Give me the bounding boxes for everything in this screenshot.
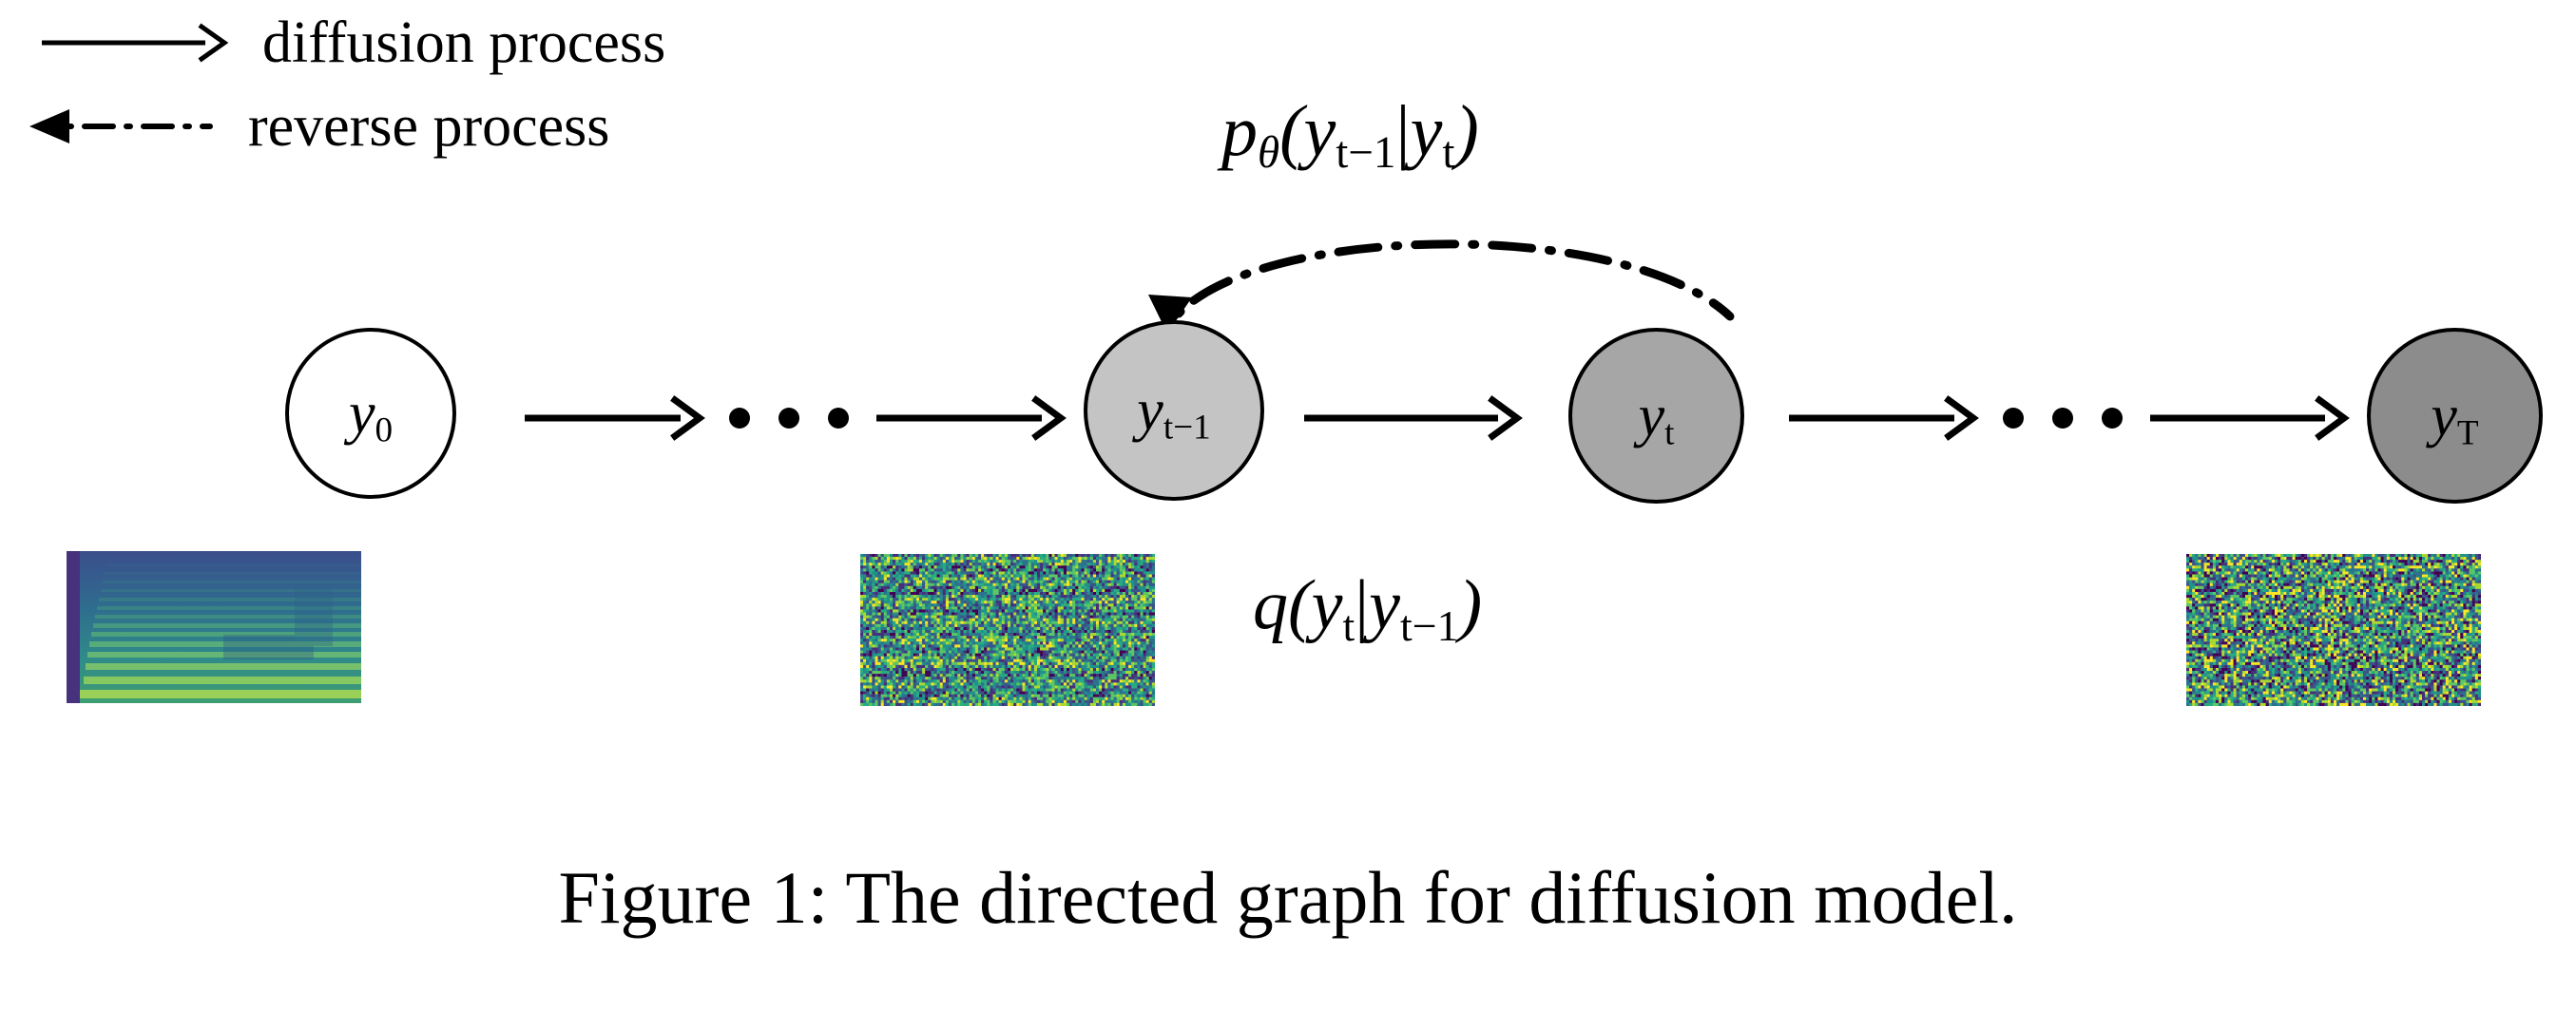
figure-caption: Figure 1: The directed graph for diffusi…: [558, 856, 2018, 939]
ellipsis-left: [729, 408, 849, 429]
edge-y0-to-ellipsis-left: [525, 395, 705, 441]
figure-container: diffusion process reverse process pθ(yt−…: [0, 0, 2576, 1011]
node-yt-1-label: yt−1: [1137, 378, 1211, 448]
equation-reverse-process: pθ(yt−1|yt): [1221, 95, 1479, 176]
node-yT-label: yT: [2431, 383, 2479, 453]
equation-forward-text: q(yt|yt−1): [1253, 566, 1483, 650]
edge-ellipsis-right-to-yT: [2150, 395, 2350, 441]
node-yt-label: yt: [1638, 383, 1675, 453]
equation-reverse-text: pθ(yt−1|yt): [1221, 91, 1479, 179]
node-yt: yt: [1568, 328, 1744, 504]
ellipsis-right: [2003, 408, 2123, 429]
spectrogram-yT: [2186, 554, 2481, 706]
node-y0: y0: [285, 328, 456, 499]
node-yT: yT: [2367, 328, 2543, 504]
edge-ellipsis-left-to-yt-1: [876, 395, 1067, 441]
equation-forward-process: q(yt|yt−1): [1253, 570, 1482, 647]
dashdot-arrow-left-icon: [24, 98, 214, 155]
legend: diffusion process reverse process: [0, 0, 1046, 181]
legend-item-reverse: reverse process: [24, 97, 609, 156]
legend-label-reverse: reverse process: [248, 94, 610, 159]
node-yt-1: yt−1: [1084, 320, 1264, 501]
spectrogram-y0: [67, 551, 361, 703]
legend-item-diffusion: diffusion process: [38, 13, 665, 72]
edge-yt-to-ellipsis-right: [1789, 395, 1979, 441]
node-y0-label: y0: [348, 381, 394, 450]
solid-arrow-right-icon: [38, 14, 229, 71]
spectrogram-yt-1: [860, 554, 1155, 706]
edge-yt-1-to-yt: [1304, 395, 1523, 441]
legend-label-diffusion: diffusion process: [262, 10, 666, 75]
